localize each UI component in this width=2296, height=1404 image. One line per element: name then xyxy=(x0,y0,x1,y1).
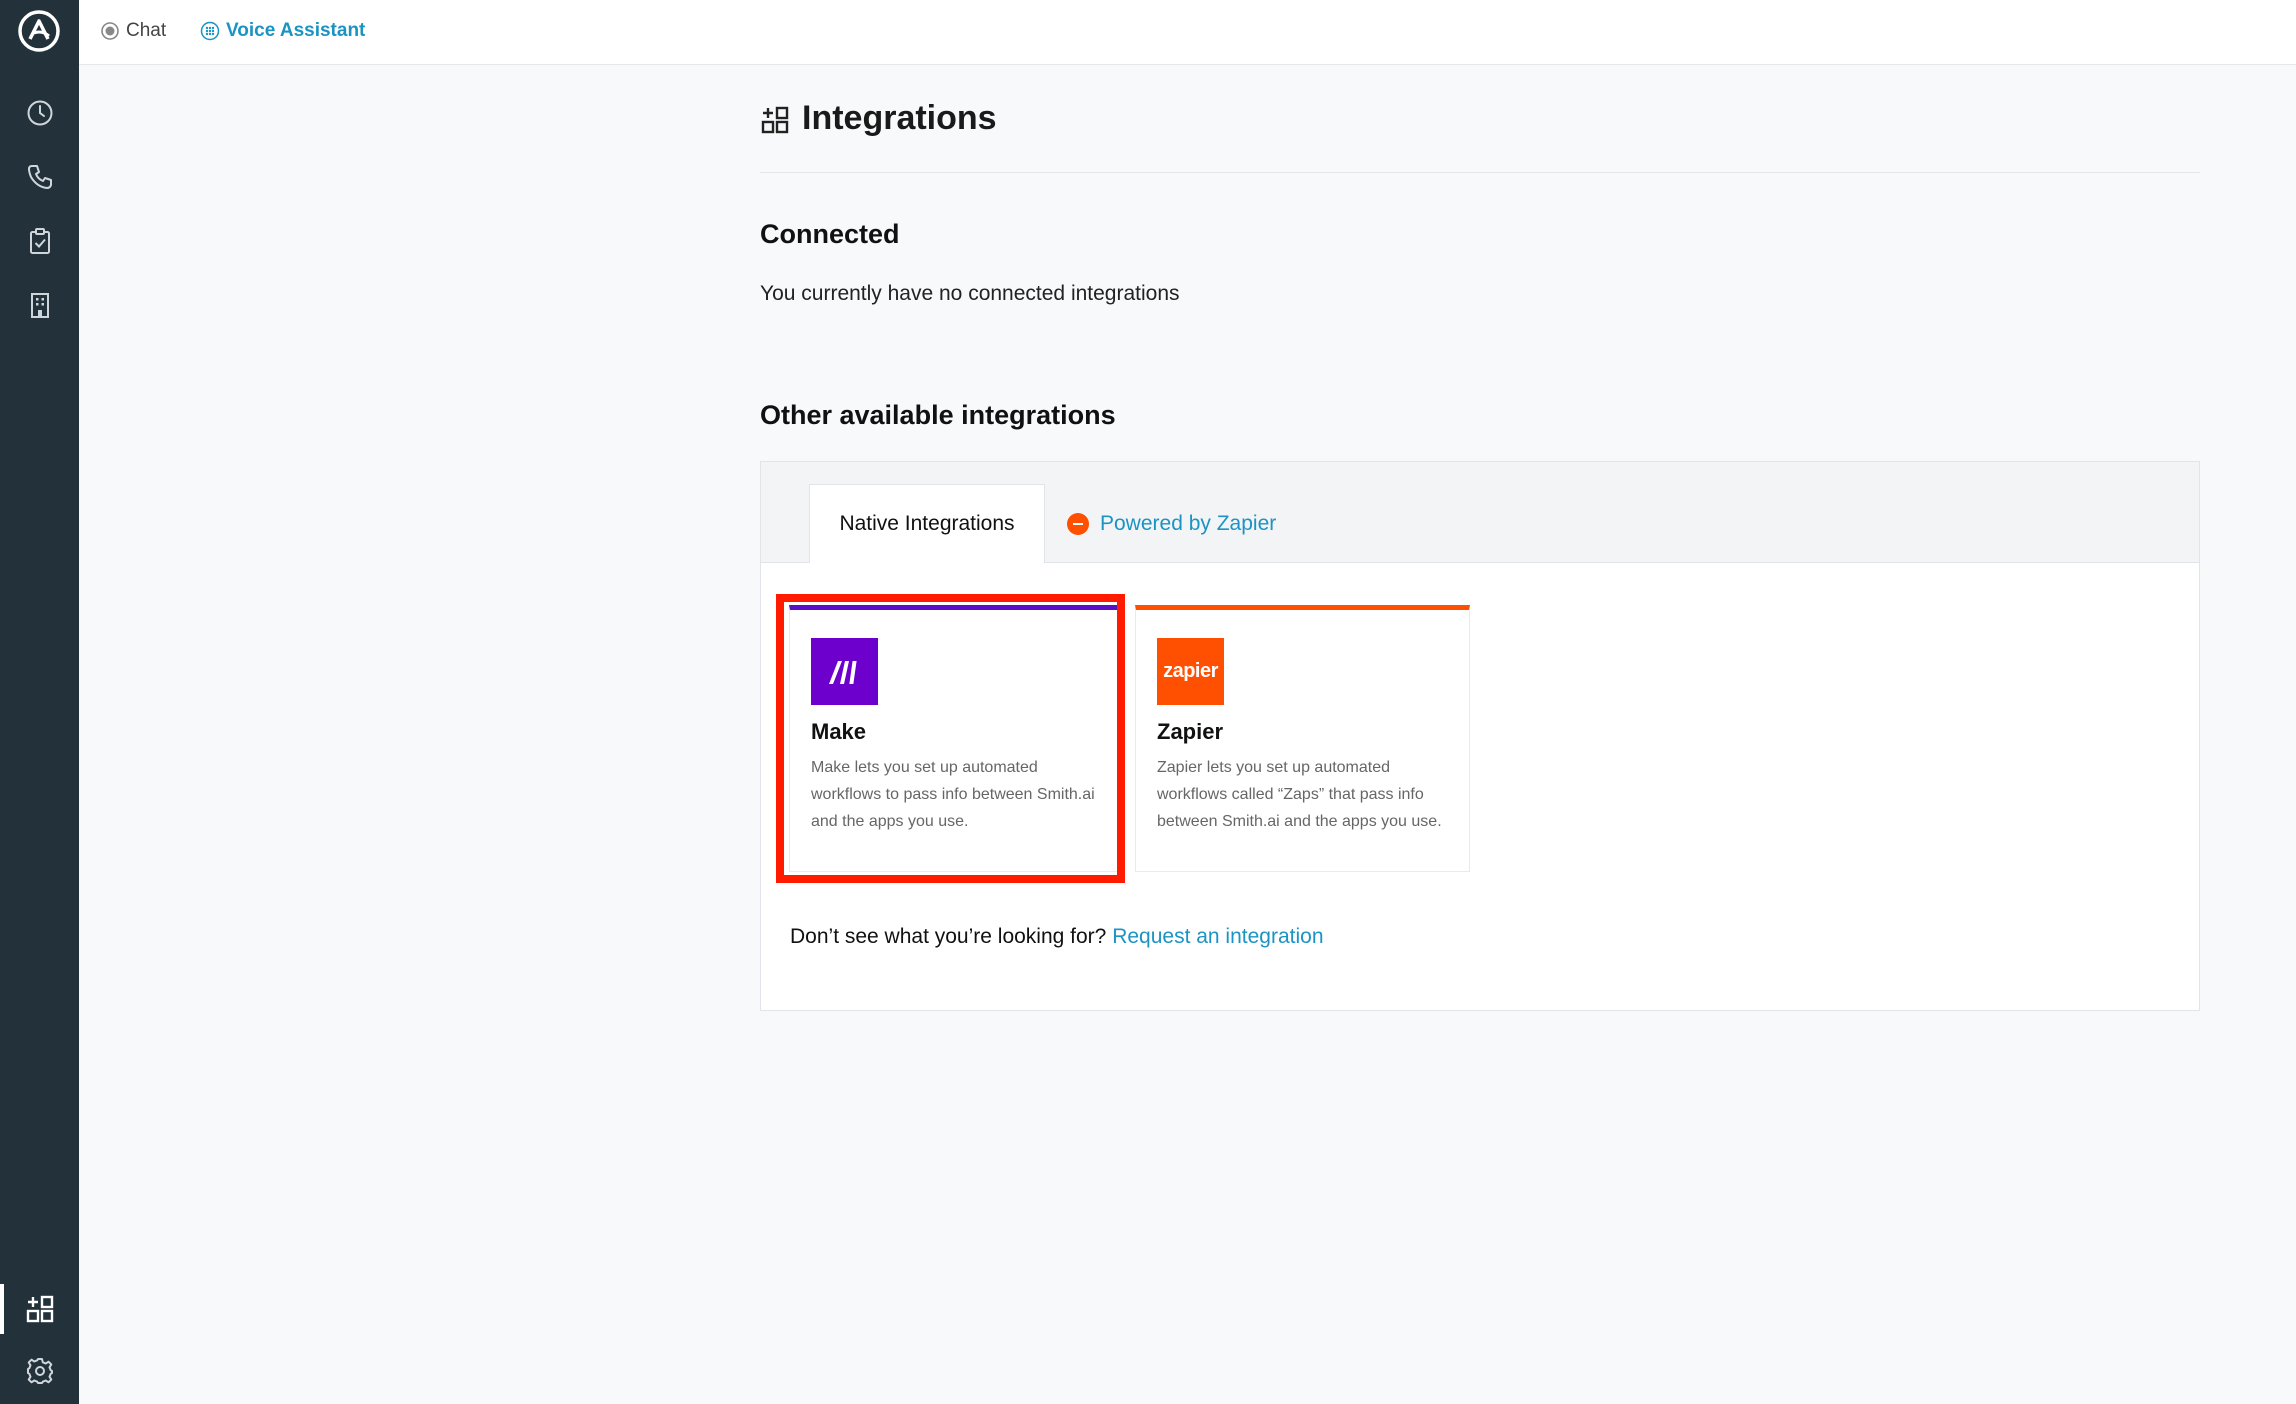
integrations-grid-icon[interactable] xyxy=(24,1293,56,1325)
building-icon[interactable] xyxy=(24,289,56,321)
make-logo-icon xyxy=(811,638,878,705)
request-integration-row: Don’t see what you’re looking for? Reque… xyxy=(790,925,1324,949)
make-card-description: Make lets you set up automated workflows… xyxy=(811,759,1095,830)
tab-native-integrations[interactable]: Native Integrations xyxy=(809,484,1045,563)
chat-bubble-icon xyxy=(101,22,119,40)
zapier-card-description: Zapier lets you set up automated workflo… xyxy=(1157,759,1442,830)
page-header: Integrations xyxy=(760,65,2200,173)
request-prefix-text: Don’t see what you’re looking for? xyxy=(790,925,1107,948)
tab-chat[interactable]: Chat xyxy=(100,17,166,45)
active-nav-indicator xyxy=(0,1284,4,1334)
main-content: Integrations Connected You currently hav… xyxy=(760,65,2200,1011)
tab-voice-assistant[interactable]: Voice Assistant xyxy=(200,17,365,45)
request-integration-link[interactable]: Request an integration xyxy=(1112,925,1323,948)
integration-tabs: Native Integrations Powered by Zapier xyxy=(761,462,2199,563)
make-card-title: Make xyxy=(811,719,867,744)
make-integration-card[interactable]: Make Make lets you set up automated work… xyxy=(789,605,1124,872)
zapier-card-title: Zapier xyxy=(1157,719,1224,744)
connected-title: Connected xyxy=(760,219,900,249)
tab-powered-by-zapier-label: Powered by Zapier xyxy=(1100,511,1277,535)
zapier-logo-icon xyxy=(1067,512,1089,535)
voice-assistant-icon xyxy=(200,21,220,41)
zapier-card-logo-icon: zapier xyxy=(1157,638,1224,705)
clock-icon[interactable] xyxy=(24,97,56,129)
integrations-icon xyxy=(761,106,789,133)
clipboard-check-icon[interactable] xyxy=(24,225,56,257)
tab-powered-by-zapier[interactable]: Powered by Zapier xyxy=(1067,484,1276,563)
top-bar: Chat Voice Assistant xyxy=(79,0,2296,65)
phone-icon[interactable] xyxy=(24,161,56,193)
zapier-integration-card[interactable]: zapier Zapier Zapier lets you set up aut… xyxy=(1135,605,1470,872)
page-title: Integrations xyxy=(802,99,997,137)
gear-icon[interactable] xyxy=(24,1355,56,1387)
smith-ai-logo-icon[interactable] xyxy=(16,8,62,54)
sidebar xyxy=(0,0,79,1404)
connected-empty-text: You currently have no connected integrat… xyxy=(760,282,1180,305)
integrations-panel: Native Integrations Powered by Zapier Ma… xyxy=(760,461,2200,1011)
other-integrations-title: Other available integrations xyxy=(760,400,1116,430)
tab-voice-assistant-label: Voice Assistant xyxy=(226,20,366,41)
tab-chat-label: Chat xyxy=(126,20,167,41)
